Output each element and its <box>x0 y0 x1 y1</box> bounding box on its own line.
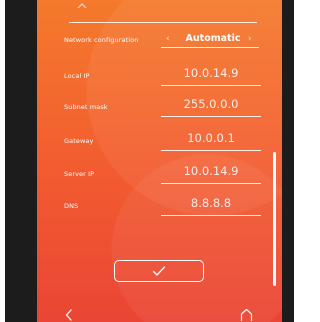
network-configuration-label: Network configuration <box>64 36 139 44</box>
checkmark-icon <box>152 266 166 276</box>
subnet-mask-row: Subnet mask 255.0.0.0 <box>37 97 282 125</box>
scrollbar[interactable] <box>273 152 276 286</box>
dns-label: DNS <box>64 202 79 210</box>
network-configuration-value[interactable]: Automatic <box>182 33 244 44</box>
local-ip-field[interactable]: 10.0.14.9 <box>161 66 261 80</box>
server-ip-field[interactable]: 10.0.14.9 <box>161 164 261 178</box>
server-ip-label: Server IP <box>64 170 95 178</box>
chevron-up-icon[interactable] <box>77 2 87 10</box>
dns-field[interactable]: 8.8.8.8 <box>161 196 261 210</box>
subnet-mask-label: Subnet mask <box>64 103 108 111</box>
home-icon[interactable] <box>240 308 253 322</box>
page-frame: Network configuration ‹ Automatic › Loca… <box>0 0 299 322</box>
subnet-mask-field[interactable]: 255.0.0.0 <box>161 97 261 111</box>
gateway-field[interactable]: 10.0.0.1 <box>161 131 261 145</box>
server-ip-underline <box>161 183 261 184</box>
gateway-label: Gateway <box>64 137 94 145</box>
network-settings-screen: Network configuration ‹ Automatic › Loca… <box>37 0 282 322</box>
top-divider <box>69 22 257 23</box>
local-ip-row: Local IP 10.0.14.9 <box>37 66 282 94</box>
gateway-underline <box>161 150 261 151</box>
confirm-button[interactable] <box>114 260 204 282</box>
gateway-row: Gateway 10.0.0.1 <box>37 131 282 159</box>
server-ip-row: Server IP 10.0.14.9 <box>37 164 282 192</box>
network-configuration-row: Network configuration ‹ Automatic › <box>37 31 282 59</box>
local-ip-label: Local IP <box>64 72 90 80</box>
select-prev-button[interactable]: ‹ <box>166 34 170 44</box>
select-next-button[interactable]: › <box>248 34 252 44</box>
device-bezel: Network configuration ‹ Automatic › Loca… <box>5 0 294 322</box>
subnet-mask-underline <box>161 116 261 117</box>
dns-underline <box>161 215 261 216</box>
dns-row: DNS 8.8.8.8 <box>37 196 282 224</box>
chevron-left-icon[interactable] <box>65 309 73 321</box>
network-configuration-underline <box>161 47 259 48</box>
local-ip-underline <box>161 85 261 86</box>
